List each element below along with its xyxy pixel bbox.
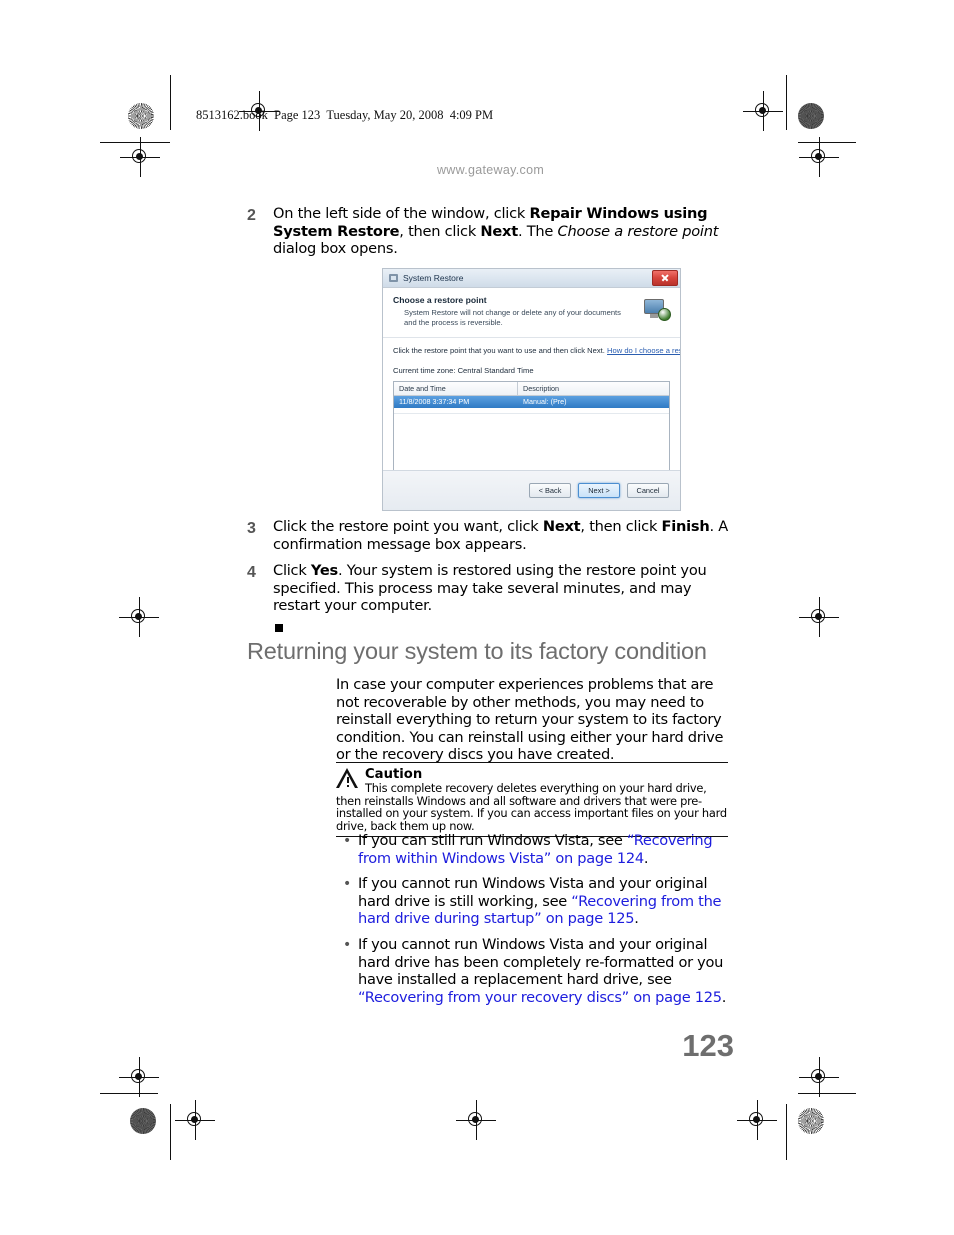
cell-date-time: 11/8/2008 3:37:34 PM [399,397,470,406]
step-item-2: 2 On the left side of the window, click … [247,205,734,258]
section-paragraph: In case your computer experiences proble… [336,676,724,764]
bullet-icon: • [343,876,352,893]
list-item-text[interactable]: If you cannot run Windows Vista and your… [358,875,734,928]
step-text: Click the restore point you want, click … [273,518,729,553]
dialog-heading: Choose a restore point [393,295,487,305]
step-number: 2 [247,207,256,224]
warning-triangle-icon [336,768,360,789]
table-empty-row-divider [394,413,669,414]
step-item-3: 3 Click the restore point you want, clic… [247,518,734,553]
table-row[interactable]: 11/8/2008 3:37:34 PM Manual: (Pre) [394,396,669,408]
step-text: Click Yes. Your system is restored using… [273,562,707,615]
cancel-button[interactable]: Cancel [627,483,669,498]
step-number: 4 [247,564,256,582]
list-item-text[interactable]: If you cannot run Windows Vista and your… [358,936,734,1006]
dialog-title-bar: System Restore [383,269,680,288]
list-item: • If you cannot run Windows Vista and yo… [336,936,734,1006]
running-head-url: www.gateway.com [436,163,545,177]
system-restore-dialog-screenshot: System Restore Choose a restore point Sy… [382,268,681,511]
step-item-4: 4 Click Yes. Your system is restored usi… [247,562,734,615]
caution-box: Caution This complete recovery deletes e… [336,762,728,838]
system-restore-window-icon [388,273,399,284]
bullet-icon: • [343,936,352,953]
list-item-text[interactable]: If you can still run Windows Vista, see … [358,832,734,867]
end-of-procedure-marker [275,623,283,632]
step-text: On the left side of the window, click Re… [273,205,719,258]
section-heading: Returning your system to its factory con… [247,638,707,664]
steps-bottom-group: 3 Click the restore point you want, clic… [247,518,734,632]
table-header-row: Date and Time Description [394,382,669,396]
dialog-instruction-line: Click the restore point that you want to… [393,346,680,355]
bullet-icon: • [343,833,352,849]
cell-description: Manual: (Pre) [523,397,567,406]
list-item: • If you cannot run Windows Vista and yo… [336,875,734,928]
page-content: www.gateway.com 2 On the left side of th… [0,0,954,1235]
step-number: 3 [247,520,256,537]
column-header-description[interactable]: Description [518,382,669,395]
dialog-time-zone: Current time zone: Central Standard Time [393,366,534,375]
dialog-instruction-text: Click the restore point that you want to… [393,346,605,355]
back-button[interactable]: < Back [529,483,571,498]
list-item: • If you can still run Windows Vista, se… [336,832,734,867]
column-header-date-time[interactable]: Date and Time [394,382,518,395]
system-restore-banner-icon [643,296,671,322]
close-icon[interactable] [652,270,678,286]
choose-restore-point-help-link[interactable]: How do I choose a restore point? [607,346,680,355]
dialog-header-panel: Choose a restore point System Restore wi… [383,288,680,338]
dialog-window-title: System Restore [403,273,464,283]
next-button[interactable]: Next > [578,483,620,498]
cross-reference-list: • If you can still run Windows Vista, se… [336,832,734,1014]
caution-title: Caution [365,767,423,782]
dialog-subheading: System Restore will not change or delete… [404,308,621,327]
dialog-button-bar: < Back Next > Cancel [383,470,680,510]
caution-text: This complete recovery deletes everythin… [336,781,727,833]
page-number: 123 [682,1028,734,1063]
steps-top-group: 2 On the left side of the window, click … [247,205,734,267]
